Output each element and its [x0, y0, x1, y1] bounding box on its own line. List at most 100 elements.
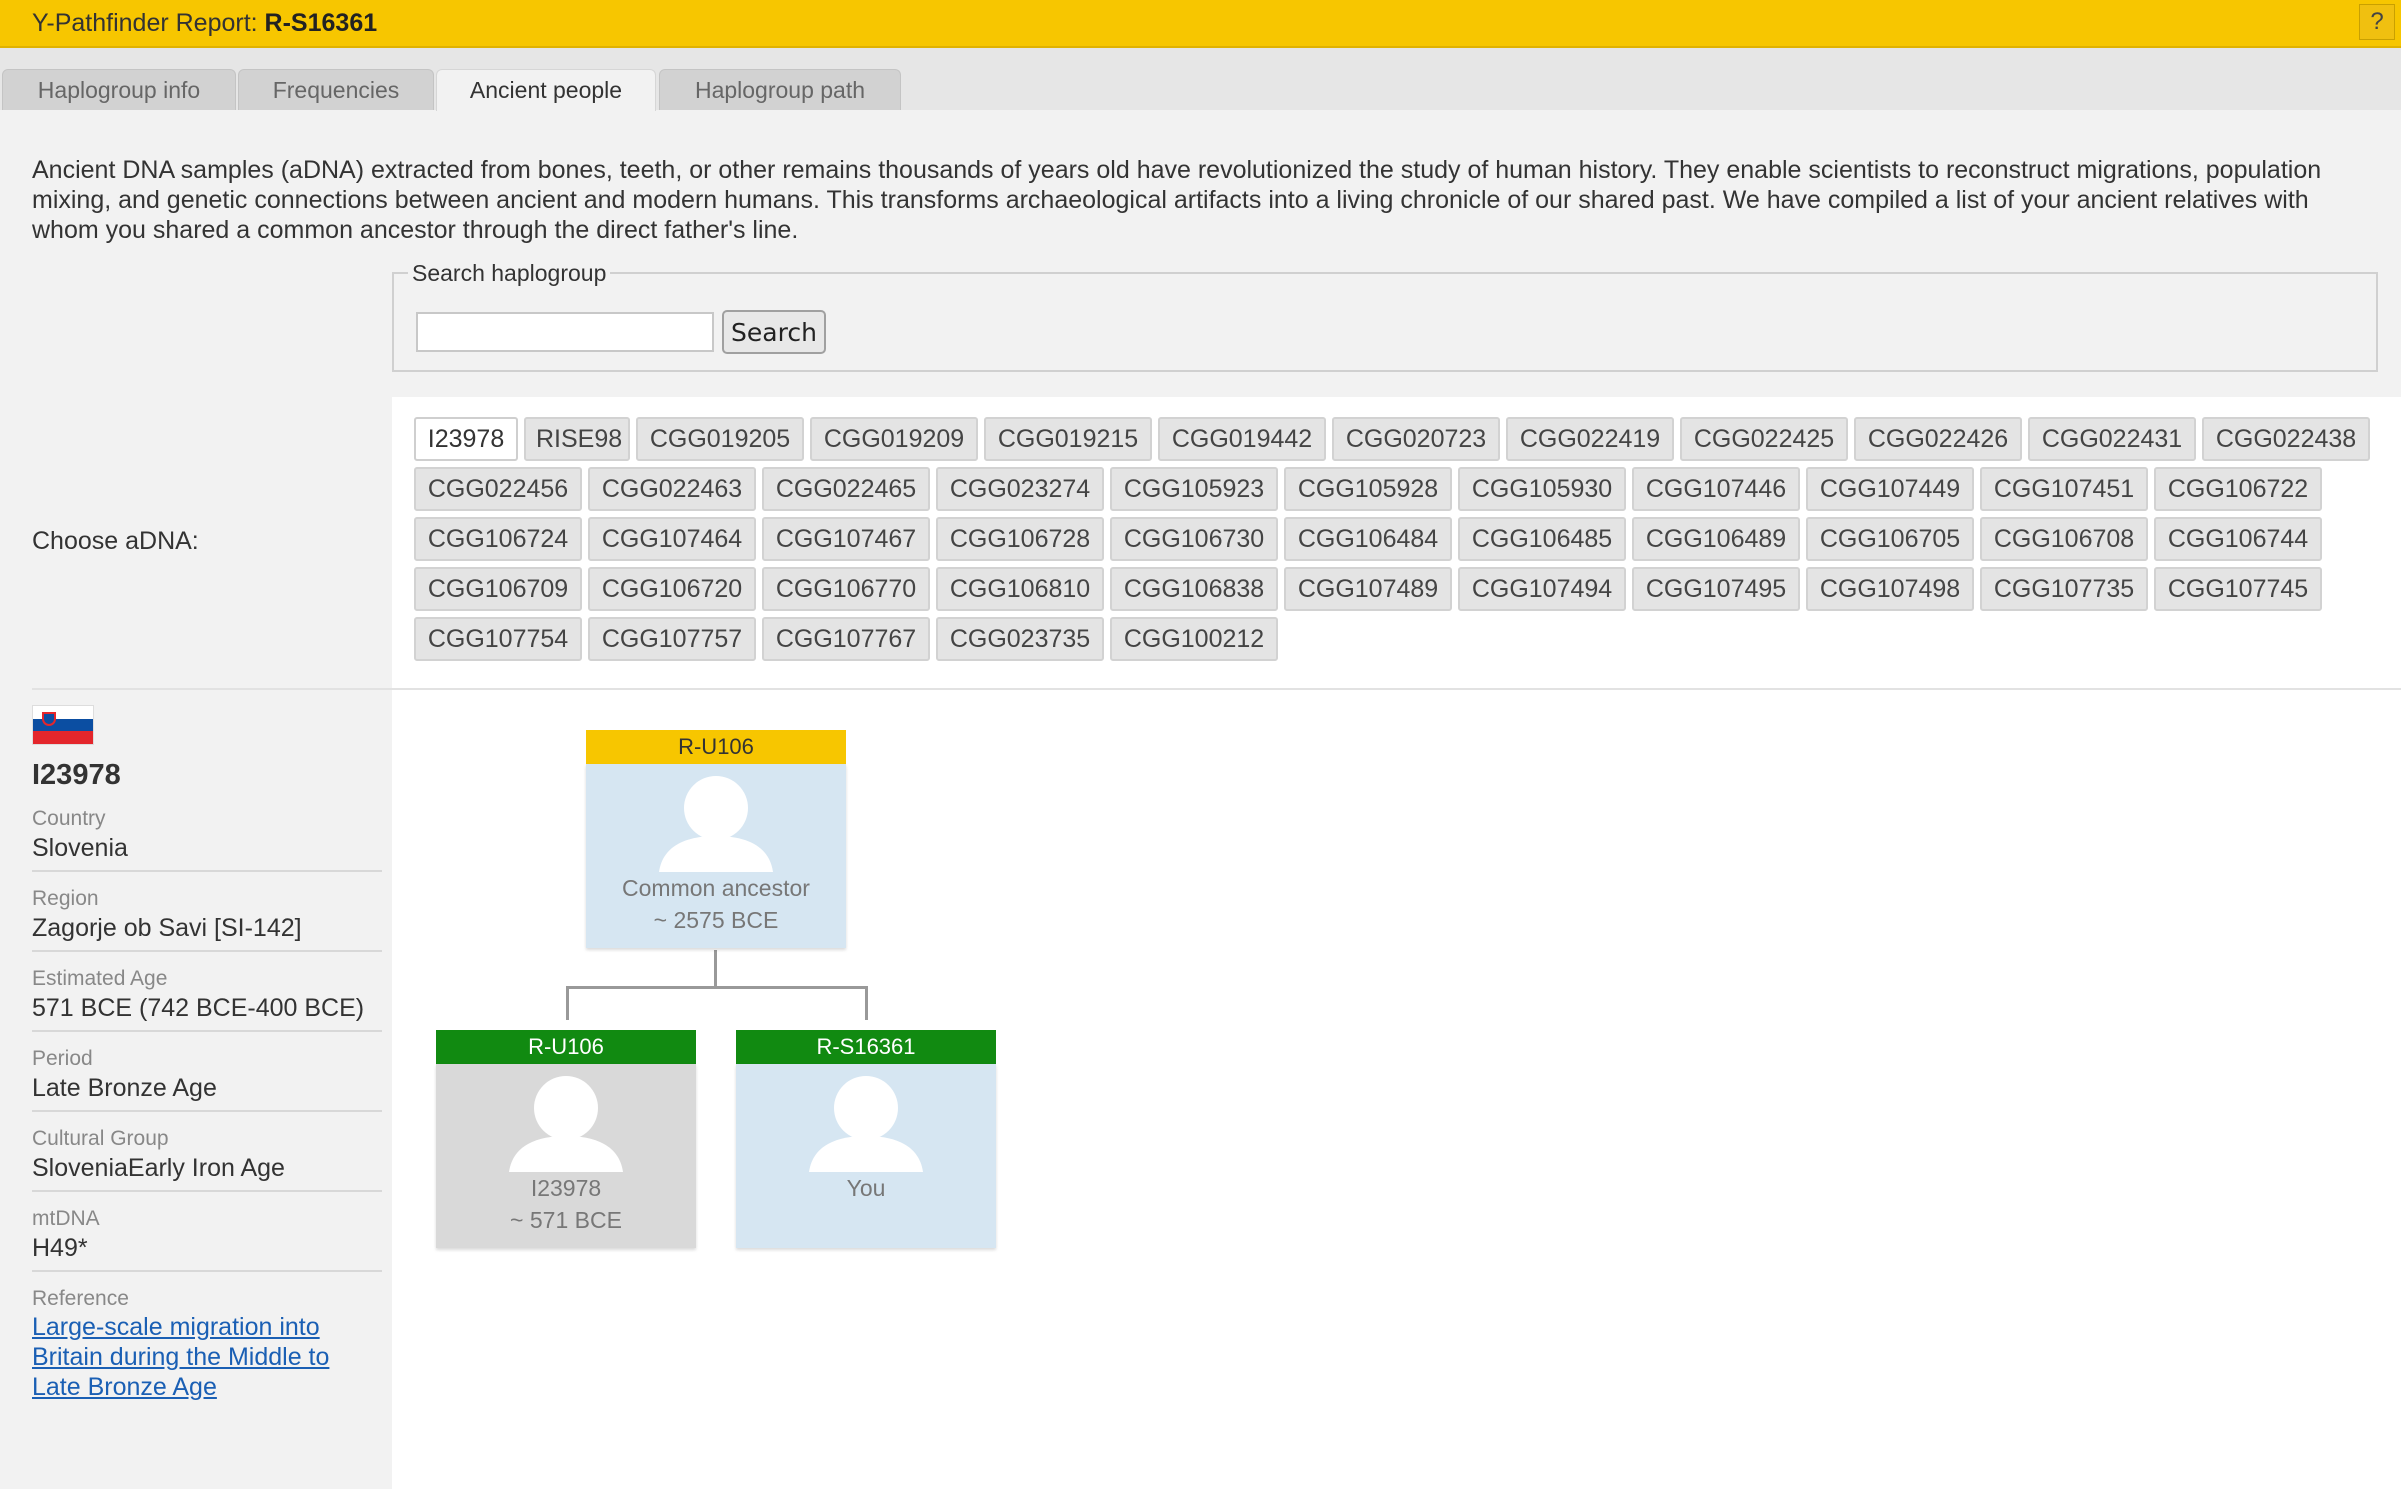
- sample-chip[interactable]: CGG019209: [810, 417, 978, 461]
- sample-chip[interactable]: CGG106770: [762, 567, 930, 611]
- field-label: Period: [32, 1047, 93, 1070]
- sample-chip[interactable]: CGG107467: [762, 517, 930, 561]
- samples-panel: I23978 RISE98 CGG019205 CGG019209 CGG019215 C…: [392, 397, 2401, 689]
- node-date: ~ 2575 BCE: [653, 907, 779, 933]
- choose-adna-label: Choose aDNA:: [32, 527, 199, 555]
- sample-chip[interactable]: CGG106709: [414, 567, 582, 611]
- sample-chip[interactable]: CGG106724: [414, 517, 582, 561]
- report-title-haplogroup: R-S16361: [264, 9, 378, 37]
- report-title: Y-Pathfinder Report: R-S16361: [32, 9, 377, 38]
- field-label: Estimated Age: [32, 967, 168, 990]
- sample-chip[interactable]: CGG106744: [2154, 517, 2322, 561]
- sample-chip[interactable]: CGG105928: [1284, 467, 1452, 511]
- sample-chip[interactable]: CGG106720: [588, 567, 756, 611]
- tab-ancient-people[interactable]: Ancient people: [436, 69, 656, 111]
- sample-chip[interactable]: CGG105923: [1110, 467, 1278, 511]
- sample-chip[interactable]: I23978: [414, 417, 518, 461]
- sample-chip[interactable]: CGG022463: [588, 467, 756, 511]
- sample-chip[interactable]: CGG106810: [936, 567, 1104, 611]
- sample-chip-list: I23978 RISE98 CGG019205 CGG019209 CGG019215 C…: [414, 417, 2374, 661]
- sample-chip[interactable]: CGG106728: [936, 517, 1104, 561]
- field-estimated-age: Estimated Age 571 BCE (742 BCE-400 BCE): [32, 966, 382, 1032]
- field-label: mtDNA: [32, 1207, 100, 1230]
- report-header: Y-Pathfinder Report: R-S16361 ?: [0, 0, 2401, 48]
- sample-chip[interactable]: CGG019442: [1158, 417, 1326, 461]
- sample-chip[interactable]: RISE98: [524, 417, 630, 461]
- sample-chip[interactable]: CGG106489: [1632, 517, 1800, 561]
- sample-info-panel: I23978 Country Slovenia Region Zagorje o…: [32, 705, 382, 1408]
- sample-chip[interactable]: CGG107451: [1980, 467, 2148, 511]
- sample-chip[interactable]: CGG100212: [1110, 617, 1278, 661]
- common-ancestor-node[interactable]: R-U106 Common ancestor ~ 2575 BCE: [586, 730, 846, 948]
- reference-link[interactable]: Large-scale migration into Britain durin…: [32, 1312, 362, 1402]
- intro-text: Ancient DNA samples (aDNA) extracted fro…: [32, 156, 2322, 244]
- sample-chip[interactable]: CGG105930: [1458, 467, 1626, 511]
- sample-chip[interactable]: CGG022431: [2028, 417, 2196, 461]
- ancestry-tree: R-U106 Common ancestor ~ 2575 BCE R-U106…: [392, 690, 2401, 1489]
- tab-bar: Haplogroup info Frequencies Ancient peop…: [0, 48, 2401, 111]
- sample-chip[interactable]: CGG107498: [1806, 567, 1974, 611]
- search-haplogroup-box: Search haplogroup Search: [392, 260, 2378, 372]
- field-value: H49*: [32, 1234, 88, 1262]
- tab-haplogroup-info[interactable]: Haplogroup info: [2, 69, 236, 110]
- sample-chip[interactable]: CGG107735: [1980, 567, 2148, 611]
- tree-connector: [714, 950, 717, 986]
- node-label: You: [846, 1175, 886, 1201]
- search-input[interactable]: [416, 312, 714, 352]
- sample-chip[interactable]: CGG107495: [1632, 567, 1800, 611]
- tree-connector: [566, 986, 569, 1020]
- sample-chip[interactable]: CGG022426: [1854, 417, 2022, 461]
- sample-chip[interactable]: CGG022438: [2202, 417, 2370, 461]
- field-value: Late Bronze Age: [32, 1074, 217, 1102]
- field-label: Region: [32, 887, 99, 910]
- sample-chip[interactable]: CGG106838: [1110, 567, 1278, 611]
- field-value: Zagorje ob Savi [SI-142]: [32, 914, 302, 942]
- sample-chip[interactable]: CGG022425: [1680, 417, 1848, 461]
- sample-chip[interactable]: CGG107757: [588, 617, 756, 661]
- sample-chip[interactable]: CGG106484: [1284, 517, 1452, 561]
- sample-chip[interactable]: CGG106485: [1458, 517, 1626, 561]
- tree-connector: [865, 986, 868, 1020]
- search-button[interactable]: Search: [722, 310, 826, 354]
- sample-chip[interactable]: CGG107494: [1458, 567, 1626, 611]
- node-date: ~ 571 BCE: [510, 1207, 622, 1233]
- sample-chip[interactable]: CGG022456: [414, 467, 582, 511]
- sample-chip[interactable]: CGG107754: [414, 617, 582, 661]
- sample-chip[interactable]: CGG106705: [1806, 517, 1974, 561]
- sample-chip[interactable]: CGG020723: [1332, 417, 1500, 461]
- sample-chip[interactable]: CGG106708: [1980, 517, 2148, 561]
- field-label: Cultural Group: [32, 1127, 169, 1150]
- sample-chip[interactable]: CGG022419: [1506, 417, 1674, 461]
- sample-chip[interactable]: CGG107464: [588, 517, 756, 561]
- tree-connector: [566, 986, 866, 989]
- sample-chip[interactable]: CGG023274: [936, 467, 1104, 511]
- sample-chip[interactable]: CGG019215: [984, 417, 1152, 461]
- person-icon: [809, 1076, 923, 1172]
- node-haplogroup: R-S16361: [736, 1030, 996, 1064]
- sample-node[interactable]: R-U106 I23978 ~ 571 BCE: [436, 1030, 696, 1248]
- sample-chip[interactable]: CGG107449: [1806, 467, 1974, 511]
- sample-chip[interactable]: CGG107745: [2154, 567, 2322, 611]
- sample-chip[interactable]: CGG107767: [762, 617, 930, 661]
- sample-chip[interactable]: CGG019205: [636, 417, 804, 461]
- field-value: SloveniaEarly Iron Age: [32, 1154, 285, 1182]
- sample-chip[interactable]: CGG106722: [2154, 467, 2322, 511]
- help-button[interactable]: ?: [2359, 4, 2395, 40]
- search-legend: Search haplogroup: [408, 260, 611, 287]
- slovenia-flag-icon: [32, 705, 94, 745]
- you-node[interactable]: R-S16361 You: [736, 1030, 996, 1248]
- sample-chip[interactable]: CGG106730: [1110, 517, 1278, 561]
- tab-frequencies[interactable]: Frequencies: [238, 69, 434, 110]
- node-haplogroup: R-U106: [436, 1030, 696, 1064]
- sample-chip[interactable]: CGG107446: [1632, 467, 1800, 511]
- sample-chip[interactable]: CGG107489: [1284, 567, 1452, 611]
- person-icon: [509, 1076, 623, 1172]
- sample-chip[interactable]: CGG022465: [762, 467, 930, 511]
- field-value: Slovenia: [32, 834, 128, 862]
- sample-chip[interactable]: CGG023735: [936, 617, 1104, 661]
- tab-haplogroup-path[interactable]: Haplogroup path: [659, 69, 901, 110]
- field-cultural-group: Cultural Group SloveniaEarly Iron Age: [32, 1126, 382, 1192]
- sample-id: I23978: [32, 759, 121, 791]
- field-label: Reference: [32, 1287, 129, 1310]
- node-label: I23978: [530, 1175, 602, 1201]
